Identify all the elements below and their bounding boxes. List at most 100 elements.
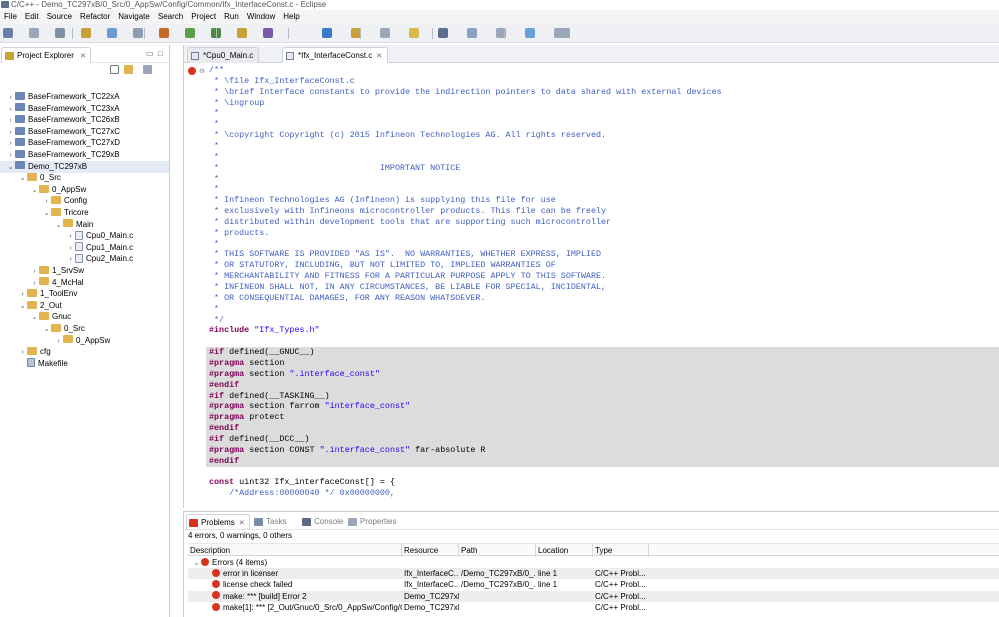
minimize-icon[interactable]: ▭ [146,49,154,58]
menu-edit[interactable]: Edit [21,10,43,24]
view-menu-icon[interactable] [143,65,152,74]
tree-item[interactable]: ⌄ Gnuc [0,311,71,323]
new-icon[interactable] [3,28,13,38]
tree-item[interactable]: ⌄ 2_Out [0,300,62,312]
collapse-all-icon[interactable] [110,65,119,74]
tree-item[interactable]: › BaseFramework_TC26xB [0,114,120,126]
tree-item[interactable]: ⌄ 0_AppSw [0,184,86,196]
tree-item[interactable]: › 4_McHal [0,277,84,289]
menu-search[interactable]: Search [154,10,187,24]
table-row[interactable]: error in licenser Ifx_InterfaceC.../Demo_… [188,568,999,579]
editor-ruler: ⊖ [184,64,206,508]
tree-item-label: BaseFramework_TC26xB [28,115,120,125]
menu-navigate[interactable]: Navigate [114,10,154,24]
tree-item[interactable]: › cfg [0,346,51,358]
link-with-editor-icon[interactable] [124,65,133,74]
folder-icon [27,173,37,182]
code-comment: * [209,303,220,314]
back-icon[interactable] [525,28,535,38]
menu-help[interactable]: Help [279,10,303,24]
menu-source[interactable]: Source [43,10,76,24]
save-all-icon[interactable] [55,28,65,38]
tree-item[interactable]: › BaseFramework_TC23xA [0,103,120,115]
tab-project-explorer[interactable]: Project Explorer ✕ [1,47,92,63]
tree-item[interactable]: ⌄ Tricore [0,207,89,219]
tree-item[interactable]: › Cpu1_Main.c [0,242,133,254]
code-line: * \brief Interface constants to provide … [206,87,999,98]
tree-item[interactable]: › BaseFramework_TC27xD [0,137,120,149]
tree-item[interactable]: › 1_ToolEnv [0,288,77,300]
chevron-right-icon[interactable]: › [54,336,63,348]
open-type-icon[interactable] [237,28,247,38]
problem-location-text: line 1 [538,580,558,590]
menu-window[interactable]: Window [243,10,279,24]
folder-icon [39,184,49,193]
code-text-area[interactable]: /** * \file Ifx_InterfaceConst.c * \brie… [206,64,999,508]
close-icon[interactable]: ✕ [376,49,382,65]
toolbar-separator [504,28,505,39]
menu-run[interactable]: Run [220,10,243,24]
tree-item[interactable]: › Cpu0_Main.c [0,230,133,242]
close-icon[interactable]: ✕ [239,516,245,532]
code-comment: * distributed within development tools t… [209,216,612,227]
tree-item[interactable]: › Config [0,195,87,207]
block-selection-icon[interactable] [438,28,448,38]
code-line: * THIS SOFTWARE IS PROVIDED "AS IS". NO … [206,249,999,260]
code-text: section [244,357,285,368]
tab-properties[interactable]: Properties [346,514,400,530]
table-row[interactable]: make[1]: *** [2_Out/Gnuc/0_Src/0_AppSw/C… [188,602,999,613]
tree-item[interactable]: › 0_AppSw [0,335,110,347]
menu-file[interactable]: File [0,10,21,24]
next-annotation-icon[interactable] [467,28,477,38]
tree-item[interactable]: Makefile [0,358,68,370]
tab-problems[interactable]: Problems ✕ [186,514,250,530]
manage-configs-icon[interactable] [133,28,143,38]
error-icon [212,591,220,600]
run-icon[interactable] [185,28,195,38]
tree-item-label: 0_AppSw [76,335,111,345]
tree-item[interactable]: › BaseFramework_TC29xB [0,149,120,161]
menu-refactor[interactable]: Refactor [76,10,114,24]
tree-item[interactable]: ⌄ Demo_TC297xB [0,160,169,173]
column-header-type[interactable]: Type [593,544,649,557]
error-marker-icon[interactable] [188,67,196,75]
table-row[interactable]: license check failed Ifx_InterfaceC.../De… [188,579,999,590]
tree-item[interactable]: › BaseFramework_TC27xC [0,126,120,138]
tree-item[interactable]: ⌄ 0_Src [0,323,85,335]
toggle-mark-icon[interactable] [380,28,390,38]
editor-tab[interactable]: *Ifx_InterfaceConst.c ✕ [282,47,389,65]
print-icon[interactable] [81,28,91,38]
maximize-icon[interactable]: □ [158,49,163,58]
tree-item[interactable]: ⌄ Main [0,219,93,231]
tree-item[interactable]: › 1_SrvSw [0,265,84,277]
column-header-location[interactable]: Location [536,544,593,557]
tree-item[interactable]: ⌄ 0_Src [0,172,61,184]
toggle-breadcrumb-icon[interactable] [409,28,419,38]
editor-tab[interactable]: *Cpu0_Main.c [187,47,260,63]
chevron-down-icon[interactable]: ⌄ [192,558,201,568]
open-task-icon[interactable] [322,28,332,38]
tree-item[interactable]: › Cpu2_Main.c [0,253,133,265]
tree-item-label: Demo_TC297xB [28,161,88,171]
table-row[interactable]: make: *** [build] Error 2 Demo_TC297xB C/C… [188,590,999,602]
save-icon[interactable] [29,28,39,38]
tree-item-label: 4_McHal [52,277,84,287]
build-icon[interactable] [107,28,117,38]
problem-desc: make: *** [build] Error 2 [210,591,402,602]
debug-icon[interactable] [159,28,169,38]
tab-console[interactable]: Console [300,514,347,530]
column-header-resource[interactable]: Resource [402,544,459,557]
code-line: #if defined(__GNUC__) [206,347,999,359]
column-header-path[interactable]: Path [459,544,536,557]
tree-item[interactable]: › BaseFramework_TC22xA [0,91,120,103]
problems-group-errors[interactable]: ⌄ Errors (4 items) [188,557,999,568]
menu-project[interactable]: Project [187,10,220,24]
tab-tasks[interactable]: Tasks [252,514,290,530]
column-header-description[interactable]: Description [188,544,402,557]
search-icon[interactable] [263,28,273,38]
pin-editor-icon[interactable] [560,28,570,38]
tree-item-label: Config [64,196,88,206]
toolbar-separator [360,28,361,39]
fold-collapse-icon[interactable]: ⊖ [199,67,205,75]
